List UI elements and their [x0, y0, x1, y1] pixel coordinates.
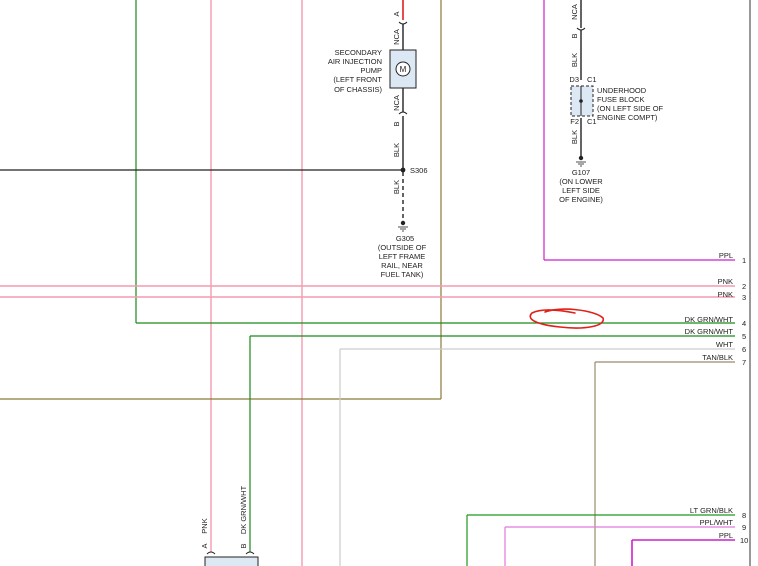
fuse-connector-top — [576, 27, 586, 31]
row-7-pin: 7 — [742, 358, 746, 367]
g305-ground-dot — [400, 220, 406, 226]
row-2-label: PNK — [718, 277, 733, 286]
g305-label-line2: LEFT FRAME — [379, 252, 426, 261]
row-2-pin: 2 — [742, 282, 746, 291]
row-1-pin: 1 — [742, 256, 746, 265]
pump-pin-a-label: A — [392, 11, 401, 16]
splice-s306: S306 BLK — [0, 166, 428, 222]
row-9-pin: 9 — [742, 523, 746, 532]
fuse-block-circuit: NCA B BLK D3 C1 UNDERHOOD FUSE BLOCK (ON… — [569, 0, 664, 157]
s306-splice-dot — [400, 167, 406, 173]
bottom-pin-a-label: A — [200, 543, 209, 548]
fuse-pin-c1-bottom: C1 — [587, 117, 597, 126]
pump-pin-b-label: B — [392, 121, 401, 126]
g107-ground-dot — [578, 155, 584, 161]
row-6-label: WHT — [716, 340, 733, 349]
fuse-lower-blk-label: BLK — [570, 130, 579, 144]
s306-label: S306 — [410, 166, 428, 175]
pump-blk-label: BLK — [392, 143, 401, 157]
row-3-pin: 3 — [742, 293, 746, 302]
bottom-pin-b-label: B — [239, 543, 248, 548]
s306-blk-label: BLK — [392, 180, 401, 194]
fuse-pin-f2: F2 — [570, 117, 579, 126]
g305-label-line3: RAIL, NEAR — [381, 261, 423, 270]
row-3-label: PNK — [718, 290, 733, 299]
connector-row-labels: PPL 1 PNK 2 PNK 3 DK GRN/WHT 4 DK GRN/WH… — [685, 251, 749, 545]
ground-g305: G305 (OUTSIDE OF LEFT FRAME RAIL, NEAR F… — [378, 220, 427, 279]
fuse-upper-blk-label: BLK — [570, 53, 579, 67]
g305-label-line1: (OUTSIDE OF — [378, 243, 427, 252]
bottom-connector-b-cap — [245, 551, 255, 555]
row-8-pin: 8 — [742, 511, 746, 520]
red-annotation-circle — [529, 308, 604, 329]
bottom-component-box — [204, 556, 259, 566]
fuse-label-line3: (ON LEFT SIDE OF — [597, 104, 664, 113]
fuse-label-line1: UNDERHOOD — [597, 86, 647, 95]
row-9-label: PPL/WHT — [700, 518, 734, 527]
pump-connector-top — [398, 21, 408, 25]
fuse-nca-label: NCA — [570, 4, 579, 20]
g107-label-line2: LEFT SIDE — [562, 186, 600, 195]
row-1-label: PPL — [719, 251, 733, 260]
g305-id: G305 — [396, 234, 414, 243]
fuse-pin-c1-top: C1 — [587, 75, 597, 84]
row-6-pin: 6 — [742, 345, 746, 354]
g107-label-line3: OF ENGINE) — [559, 195, 603, 204]
row-10-label: PPL — [719, 531, 733, 540]
ground-g107: G107 (ON LOWER LEFT SIDE OF ENGINE) — [559, 155, 603, 204]
row-7-label: TAN/BLK — [702, 353, 733, 362]
pump-label-line4: (LEFT FRONT — [333, 75, 382, 84]
g305-label-line4: FUEL TANK) — [381, 270, 424, 279]
fuse-pin-b-label: B — [570, 33, 579, 38]
row-5-label: DK GRN/WHT — [685, 327, 734, 336]
motor-symbol: M — [400, 65, 407, 74]
row-10-pin: 10 — [740, 536, 748, 545]
bottom-connector-a-cap — [206, 551, 216, 555]
g107-id: G107 — [572, 168, 590, 177]
fuse-label-line4: ENGINE COMPT) — [597, 113, 658, 122]
pump-label-line5: OF CHASSIS) — [334, 85, 382, 94]
g107-label-line1: (ON LOWER — [559, 177, 603, 186]
fuse-pin-d3: D3 — [569, 75, 579, 84]
row-4-label: DK GRN/WHT — [685, 315, 734, 324]
pump-label-line3: PUMP — [360, 66, 382, 75]
bottom-wire-b-label: DK GRN/WHT — [239, 485, 248, 534]
pump-nca-bottom-label: NCA — [392, 95, 401, 111]
row-5-pin: 5 — [742, 332, 746, 341]
pump-connector-bottom — [398, 111, 408, 115]
pump-label-line2: AIR INJECTION — [328, 57, 382, 66]
bottom-wire-a-label: PNK — [200, 518, 209, 533]
fuse-label-line2: FUSE BLOCK — [597, 95, 645, 104]
pump-nca-top-label: NCA — [392, 29, 401, 45]
row-4-pin: 4 — [742, 319, 746, 328]
bottom-connector: PNK DK GRN/WHT A B — [200, 485, 259, 566]
air-pump-circuit: A NCA M SECONDARY AIR INJECTION PUMP (LE… — [328, 0, 417, 170]
pump-label-line1: SECONDARY — [335, 48, 382, 57]
wiring-diagram: PPL 1 PNK 2 PNK 3 DK GRN/WHT 4 DK GRN/WH… — [0, 0, 751, 566]
row-8-label: LT GRN/BLK — [690, 506, 733, 515]
fuse-internal-node — [579, 99, 583, 103]
